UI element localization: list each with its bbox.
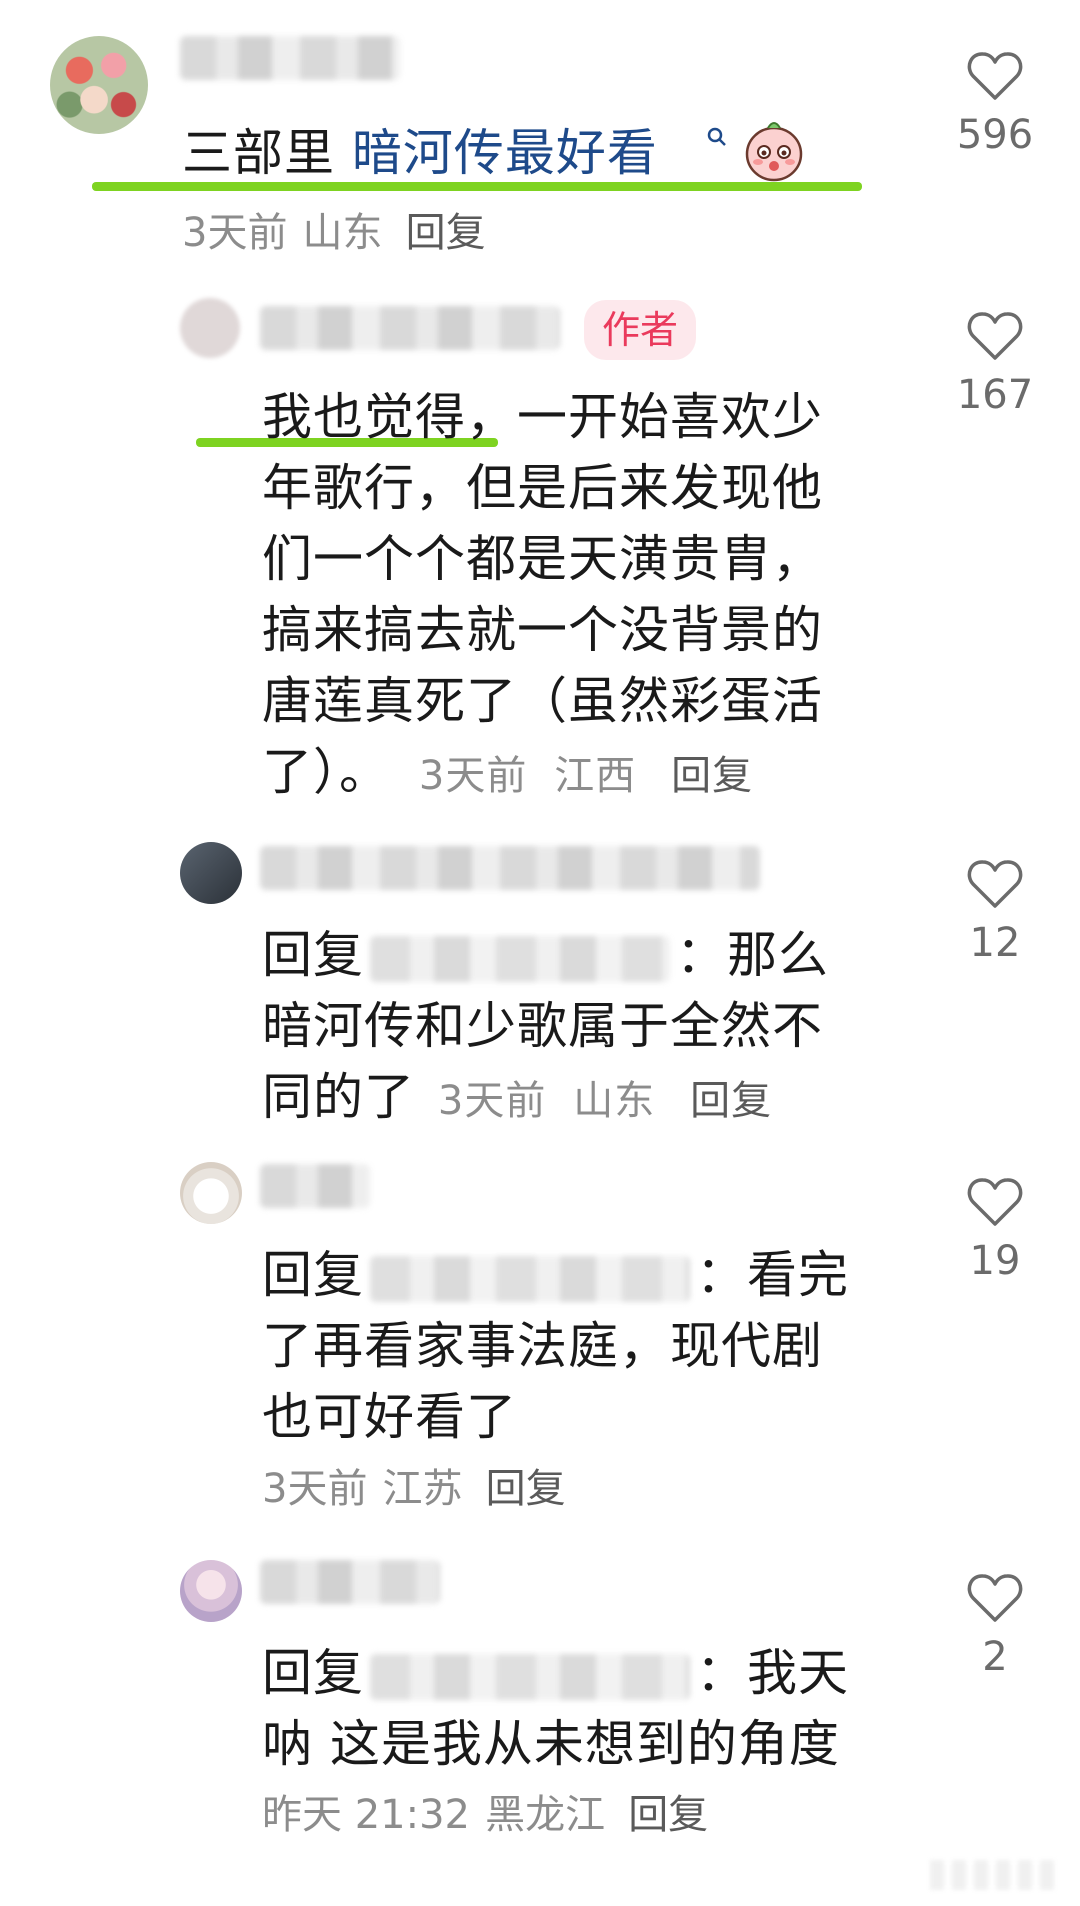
comment-text: 三部里 暗河传最好看	[182, 118, 658, 189]
reply-button[interactable]: 回复	[671, 753, 753, 799]
comment-meta: 3天前 江苏 回复	[262, 1456, 566, 1514]
like-button[interactable]: 2	[940, 1572, 1050, 1680]
username-blurred[interactable]	[260, 306, 560, 350]
timestamp: 3天前	[437, 1078, 547, 1124]
peach-face-emoji	[742, 116, 806, 186]
mention-blurred[interactable]	[370, 1653, 690, 1700]
comment-text: 回复 ：我天 呐 这是我从未想到的角度	[262, 1638, 922, 1780]
like-count: 2	[982, 1634, 1008, 1680]
text-line: 我也觉得，一开始喜欢少	[262, 388, 823, 446]
text-line: 年歌行，但是后来发现他	[262, 459, 823, 517]
like-button[interactable]: 12	[940, 858, 1050, 966]
location: 山东	[573, 1078, 656, 1124]
heart-outline-icon[interactable]	[967, 1176, 1023, 1228]
timestamp: 3天前	[418, 753, 528, 799]
author-badge: 作者	[584, 300, 697, 360]
username-blurred[interactable]	[260, 1164, 370, 1208]
reply-prefix: 回复	[262, 926, 364, 984]
username-blurred[interactable]	[260, 846, 760, 890]
text-line: 也可好看了	[262, 1388, 517, 1446]
like-button[interactable]: 19	[940, 1176, 1050, 1284]
like-count: 167	[956, 372, 1034, 418]
text-after-mention: ：看完	[696, 1246, 849, 1304]
heart-outline-icon[interactable]	[967, 310, 1023, 362]
text-line: 呐 这是我从未想到的角度	[262, 1715, 840, 1773]
search-link[interactable]: 暗河传最好看	[352, 124, 658, 182]
text-line: 了）。	[262, 743, 390, 801]
heart-outline-icon[interactable]	[967, 50, 1023, 102]
highlight-underline	[92, 182, 862, 191]
comment-text: 回复 ：看完 了再看家事法庭，现代剧 也可好看了	[262, 1240, 902, 1453]
like-count: 19	[969, 1238, 1021, 1284]
like-button[interactable]: 596	[940, 50, 1050, 158]
location: 江苏	[382, 1466, 463, 1512]
location: 黑龙江	[485, 1792, 606, 1838]
mention-blurred[interactable]	[370, 935, 670, 982]
timestamp: 3天前	[262, 1466, 368, 1512]
like-button[interactable]: 167	[940, 310, 1050, 418]
text-line: 暗河传和少歌属于全然不	[262, 997, 823, 1055]
text-line: 们一个个都是天潢贵胄，	[262, 530, 823, 588]
text-line: 了再看家事法庭，现代剧	[262, 1317, 823, 1375]
text-line: 唐莲真死了（虽然彩蛋活	[262, 672, 823, 730]
location: 山东	[302, 210, 383, 256]
reply-button[interactable]: 回复	[628, 1792, 708, 1838]
username-blurred[interactable]	[180, 36, 400, 80]
like-count: 596	[956, 112, 1034, 158]
text-line: 同的了	[262, 1068, 415, 1126]
comment-text: 我也觉得，一开始喜欢少 年歌行，但是后来发现他 们一个个都是天潢贵胄， 搞来搞去…	[262, 382, 882, 812]
comment-text-plain: 三部里	[182, 124, 352, 182]
text-after-mention: ：那么	[676, 926, 829, 984]
watermark-blurred	[930, 1860, 1060, 1890]
heart-outline-icon[interactable]	[967, 858, 1023, 910]
reply-prefix: 回复	[262, 1246, 364, 1304]
reply-prefix: 回复	[262, 1644, 364, 1702]
reply-button[interactable]: 回复	[690, 1078, 772, 1124]
heart-outline-icon[interactable]	[967, 1572, 1023, 1624]
avatar[interactable]	[180, 1560, 242, 1622]
username-blurred[interactable]	[260, 1560, 440, 1604]
comment-text: 回复 ：那么 暗河传和少歌属于全然不 同的了 3天前 山东 回复	[262, 920, 902, 1137]
comment-meta: 3天前 山东 回复	[182, 200, 486, 258]
timestamp: 3天前	[182, 210, 288, 256]
avatar[interactable]	[180, 842, 242, 904]
location: 江西	[554, 753, 637, 799]
text-line: 搞来搞去就一个没背景的	[262, 601, 823, 659]
avatar[interactable]	[50, 36, 148, 134]
comment-meta: 昨天 21:32 黑龙江 回复	[262, 1782, 708, 1840]
timestamp: 昨天 21:32	[262, 1792, 470, 1838]
reply-button[interactable]: 回复	[406, 210, 486, 256]
reply-button[interactable]: 回复	[486, 1466, 566, 1512]
avatar[interactable]	[180, 298, 240, 358]
avatar[interactable]	[180, 1162, 242, 1224]
mention-blurred[interactable]	[370, 1255, 690, 1302]
text-after-mention: ：我天	[696, 1644, 849, 1702]
search-icon[interactable]	[706, 126, 728, 152]
like-count: 12	[969, 920, 1021, 966]
